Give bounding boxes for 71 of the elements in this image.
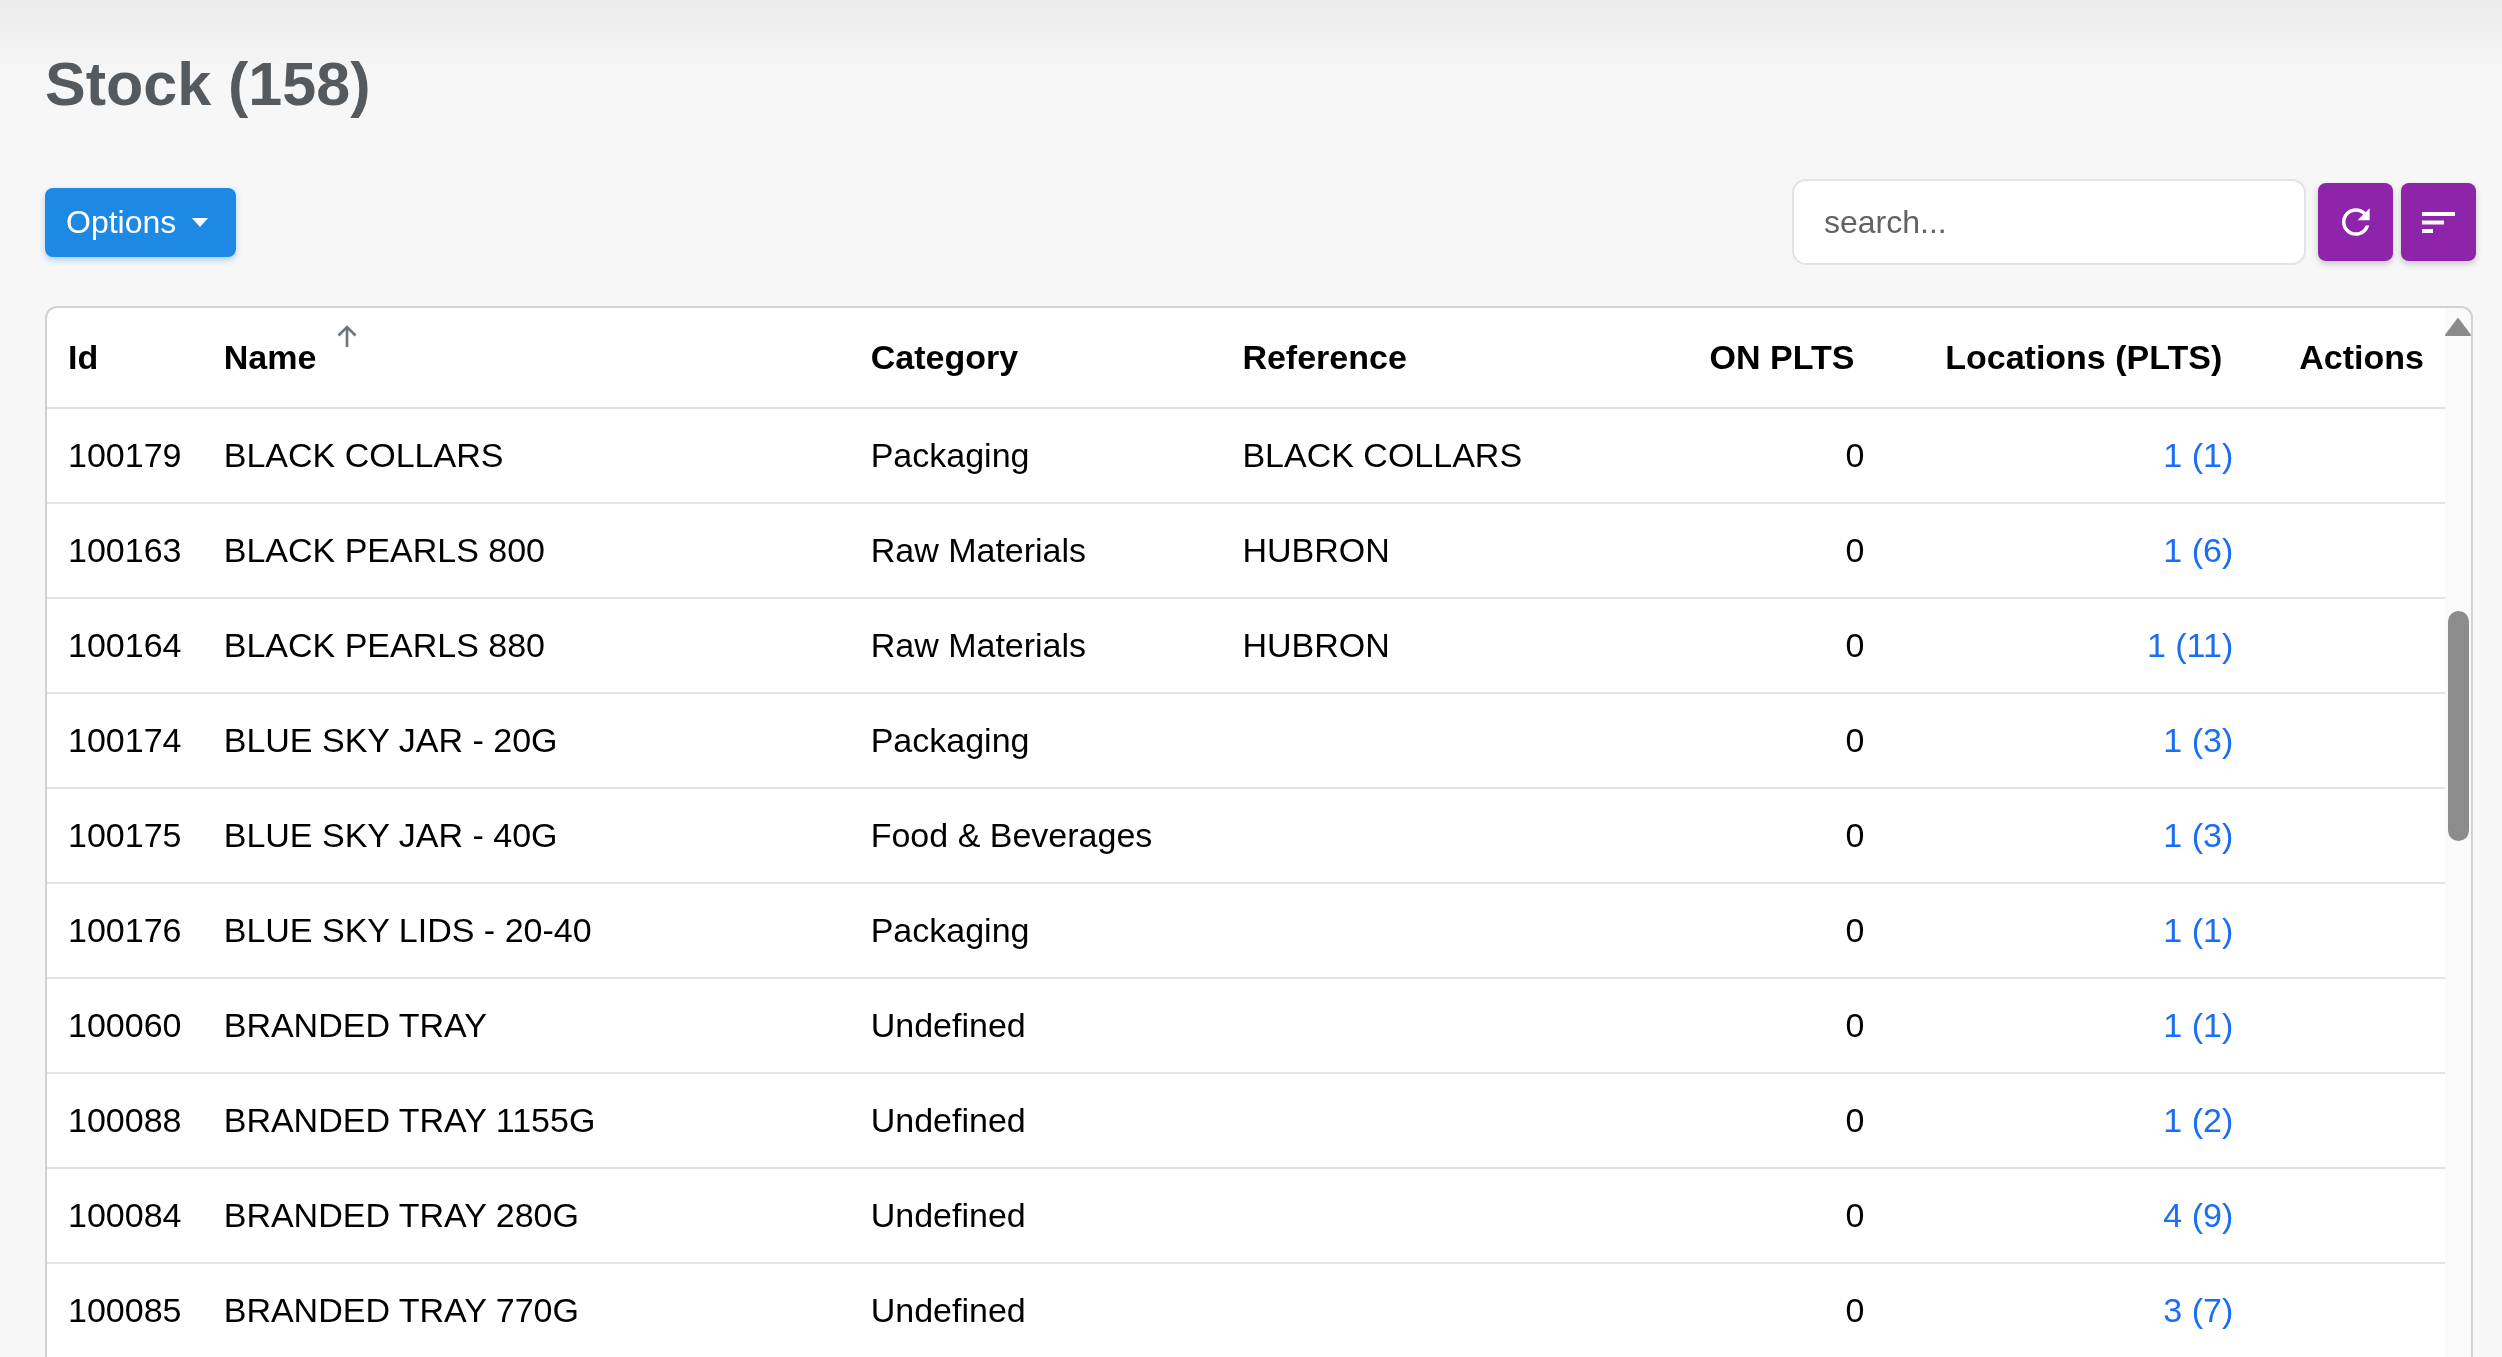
column-header[interactable]: Locations (PLTS) (1945, 338, 2223, 376)
table-cell: BLACK COLLARS (1221, 408, 1627, 503)
table-cell: 0 (1626, 1073, 1886, 1168)
table-cell: Undefined (849, 1073, 1222, 1168)
column-header[interactable]: ON PLTS (1709, 338, 1855, 376)
table-cell: 0 (1626, 1168, 1886, 1263)
sort-button[interactable] (2401, 183, 2476, 261)
table-cell: 0 (1626, 883, 1886, 978)
locations-link[interactable]: 1 (1) (2163, 911, 2234, 949)
table-cell: 0 (1626, 978, 1886, 1073)
scrollbar-thumb[interactable] (2447, 611, 2469, 841)
table-cell: 100088 (47, 1073, 203, 1168)
table-cell: 0 (1626, 408, 1886, 503)
table-cell: 100164 (47, 598, 203, 693)
column-header[interactable]: Category (870, 338, 1019, 376)
column-header[interactable]: Reference (1242, 338, 1407, 376)
locations-link[interactable]: 1 (11) (2146, 626, 2234, 664)
table-cell: 0 (1626, 598, 1886, 693)
locations-link[interactable]: 1 (3) (2163, 721, 2234, 759)
search-field[interactable]: search... (1792, 179, 2306, 265)
table-cell: 0 (1626, 1263, 1886, 1357)
locations-link[interactable]: 1 (1) (2163, 436, 2234, 474)
table-cell: Undefined (849, 1168, 1222, 1263)
table-cell: BLACK PEARLS 800 (202, 503, 850, 598)
table-cell: BLACK COLLARS (202, 408, 850, 503)
table-cell: 100179 (47, 408, 203, 503)
table-cell: BLUE SKY LIDS - 20-40 (202, 883, 850, 978)
table-cell: Food & Beverages (849, 788, 1222, 883)
locations-link[interactable]: 4 (9) (2163, 1196, 2234, 1234)
column-header[interactable]: Id (68, 338, 99, 376)
locations-link[interactable]: 1 (6) (2163, 531, 2234, 569)
scroll-up-arrow-icon[interactable] (2445, 318, 2471, 336)
column-header[interactable]: Name (223, 338, 317, 376)
caret-icon (192, 217, 209, 227)
table-cell: 0 (1626, 503, 1886, 598)
refresh-icon (2341, 208, 2370, 236)
column-header[interactable]: Actions (2299, 338, 2424, 376)
table-cell: BRANDED TRAY (202, 978, 850, 1073)
table-cell: 100175 (47, 788, 203, 883)
table-cell: HUBRON (1221, 503, 1627, 598)
table-cell: Packaging (849, 883, 1222, 978)
locations-link[interactable]: 3 (7) (2163, 1291, 2234, 1329)
table-cell: Raw Materials (849, 503, 1222, 598)
table-cell: Undefined (849, 1263, 1222, 1357)
locations-link[interactable]: 1 (1) (2163, 1006, 2234, 1044)
table-cell: 0 (1626, 788, 1886, 883)
table-cell: BLACK PEARLS 880 (202, 598, 850, 693)
table-cell: 100176 (47, 883, 203, 978)
table-cell: BLUE SKY JAR - 40G (202, 788, 850, 883)
table-cell: 100163 (47, 503, 203, 598)
table-cell: Raw Materials (849, 598, 1222, 693)
table-cell: 100060 (47, 978, 203, 1073)
table-cell: HUBRON (1221, 598, 1627, 693)
locations-link[interactable]: 1 (2) (2163, 1101, 2234, 1139)
table-cell: 100085 (47, 1263, 203, 1357)
sort-lines-icon (2422, 211, 2455, 233)
table-cell: BRANDED TRAY 280G (202, 1168, 850, 1263)
options-button[interactable]: Options (45, 187, 236, 257)
table-cell: 100084 (47, 1168, 203, 1263)
table-cell: Packaging (849, 408, 1222, 503)
table-cell: BLUE SKY JAR - 20G (202, 693, 850, 788)
table-cell: 100174 (47, 693, 203, 788)
table-cell: Undefined (849, 978, 1222, 1073)
refresh-button[interactable] (2318, 183, 2393, 261)
scrollbar[interactable] (2445, 308, 2471, 1357)
table-cell: 0 (1626, 693, 1886, 788)
locations-link[interactable]: 1 (3) (2163, 816, 2234, 854)
table-cell: BRANDED TRAY 1155G (202, 1073, 850, 1168)
page-title: Stock (158) (45, 49, 371, 120)
table-cell: BRANDED TRAY 770G (202, 1263, 850, 1357)
table-cell: Packaging (849, 693, 1222, 788)
